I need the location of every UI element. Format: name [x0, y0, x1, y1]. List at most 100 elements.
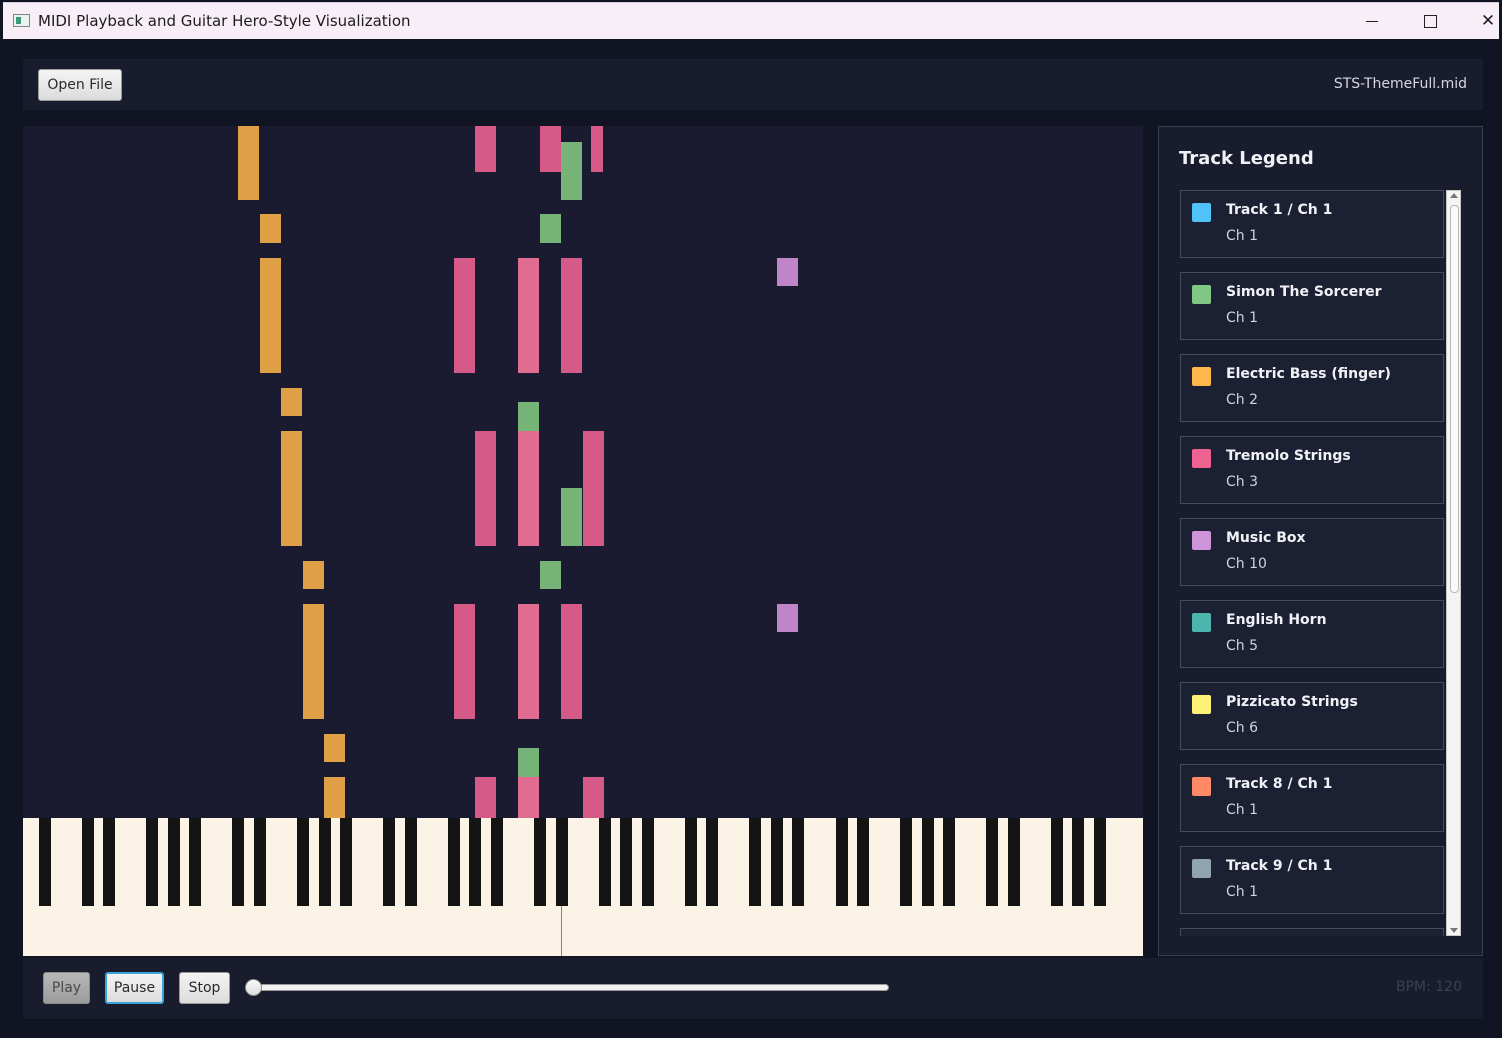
black-key[interactable]: [490, 818, 503, 906]
track-name: English Horn: [1226, 612, 1327, 628]
falling-note: [475, 777, 496, 818]
legend-item[interactable]: Track 9 / Ch 1 Ch 1: [1180, 846, 1444, 914]
open-file-button[interactable]: Open File: [38, 69, 122, 101]
black-key[interactable]: [900, 818, 913, 906]
black-key[interactable]: [598, 818, 611, 906]
legend-item[interactable]: Music Box Ch 10: [1180, 518, 1444, 586]
black-key[interactable]: [1007, 818, 1020, 906]
scroll-down-icon[interactable]: [1450, 928, 1458, 933]
track-channel: Ch 2: [1226, 392, 1259, 408]
legend-item[interactable]: Simon The Sorcerer Ch 1: [1180, 272, 1444, 340]
falling-note: [454, 604, 475, 719]
black-key[interactable]: [684, 818, 697, 906]
black-key[interactable]: [146, 818, 159, 906]
progress-slider-thumb[interactable]: [245, 979, 262, 996]
play-button[interactable]: Play: [43, 972, 90, 1004]
track-channel: Ch 5: [1226, 638, 1259, 654]
falling-note: [561, 258, 582, 373]
falling-note: [583, 777, 604, 818]
falling-note: [540, 561, 561, 589]
track-name: Electric Bass (finger): [1226, 366, 1391, 382]
black-key[interactable]: [318, 818, 331, 906]
track-color-swatch: [1192, 613, 1211, 632]
track-color-swatch: [1192, 203, 1211, 222]
falling-note: [324, 777, 345, 818]
maximize-button[interactable]: [1401, 3, 1459, 39]
minimize-icon: [1366, 20, 1378, 22]
black-key[interactable]: [232, 818, 245, 906]
falling-note: [518, 402, 539, 431]
close-button[interactable]: ✕: [1459, 3, 1502, 39]
progress-slider-track[interactable]: [253, 984, 889, 991]
file-name-label: STS-ThemeFull.mid: [1333, 76, 1467, 92]
track-channel: Ch 1: [1226, 228, 1259, 244]
black-key[interactable]: [447, 818, 460, 906]
scrollbar-thumb[interactable]: [1450, 205, 1459, 593]
track-channel: Ch 6: [1226, 720, 1259, 736]
black-key[interactable]: [253, 818, 266, 906]
black-key[interactable]: [641, 818, 654, 906]
legend-scrollbar[interactable]: [1446, 190, 1461, 936]
black-key[interactable]: [167, 818, 180, 906]
legend-item[interactable]: Track 8 / Ch 1 Ch 1: [1180, 764, 1444, 832]
falling-note: [281, 431, 302, 546]
black-key[interactable]: [533, 818, 546, 906]
legend-item[interactable]: English Horn Ch 5: [1180, 600, 1444, 668]
falling-note: [281, 388, 302, 416]
black-key[interactable]: [103, 818, 116, 906]
falling-note: [583, 431, 604, 546]
black-key[interactable]: [835, 818, 848, 906]
falling-note: [238, 126, 259, 200]
white-key[interactable]: [1121, 818, 1143, 956]
maximize-icon: [1423, 14, 1437, 28]
black-key[interactable]: [921, 818, 934, 906]
scroll-up-icon[interactable]: [1450, 193, 1458, 198]
black-key[interactable]: [1094, 818, 1106, 906]
black-key[interactable]: [81, 818, 94, 906]
falling-note: [518, 258, 539, 373]
black-key[interactable]: [555, 818, 568, 906]
black-key[interactable]: [943, 818, 956, 906]
black-key[interactable]: [340, 818, 353, 906]
pause-button[interactable]: Pause: [105, 972, 164, 1004]
falling-note: [475, 431, 496, 546]
track-channel: Ch 3: [1226, 474, 1259, 490]
legend-item[interactable]: Tremolo Strings Ch 3: [1180, 436, 1444, 504]
black-key[interactable]: [749, 818, 762, 906]
falling-note: [303, 561, 324, 589]
black-key[interactable]: [383, 818, 396, 906]
top-toolbar: [23, 59, 1483, 110]
black-key[interactable]: [620, 818, 633, 906]
track-color-swatch: [1192, 859, 1211, 878]
black-key[interactable]: [1072, 818, 1085, 906]
falling-note: [518, 777, 539, 818]
legend-item-partial[interactable]: [1180, 928, 1444, 936]
note-visualization: [23, 126, 1143, 818]
track-color-swatch: [1192, 367, 1211, 386]
piano-keyboard: [23, 818, 1143, 956]
track-channel: Ch 10: [1226, 556, 1267, 572]
falling-note: [260, 214, 281, 243]
legend-item[interactable]: Pizzicato Strings Ch 6: [1180, 682, 1444, 750]
black-key[interactable]: [857, 818, 870, 906]
black-key[interactable]: [404, 818, 417, 906]
black-key[interactable]: [1050, 818, 1063, 906]
black-key[interactable]: [986, 818, 999, 906]
black-key[interactable]: [792, 818, 805, 906]
track-color-swatch: [1192, 695, 1211, 714]
black-key[interactable]: [770, 818, 783, 906]
stop-button[interactable]: Stop: [179, 972, 230, 1004]
black-key[interactable]: [469, 818, 482, 906]
black-key[interactable]: [297, 818, 310, 906]
black-key[interactable]: [706, 818, 719, 906]
legend-title: Track Legend: [1179, 148, 1314, 169]
track-color-swatch: [1192, 777, 1211, 796]
legend-item[interactable]: Track 1 / Ch 1 Ch 1: [1180, 190, 1444, 258]
legend-item[interactable]: Electric Bass (finger) Ch 2: [1180, 354, 1444, 422]
black-key[interactable]: [189, 818, 202, 906]
track-channel: Ch 1: [1226, 884, 1259, 900]
minimize-button[interactable]: [1343, 3, 1401, 39]
legend-list[interactable]: Track 1 / Ch 1 Ch 1 Simon The Sorcerer C…: [1180, 190, 1444, 936]
black-key[interactable]: [38, 818, 51, 906]
close-icon: ✕: [1480, 11, 1496, 31]
